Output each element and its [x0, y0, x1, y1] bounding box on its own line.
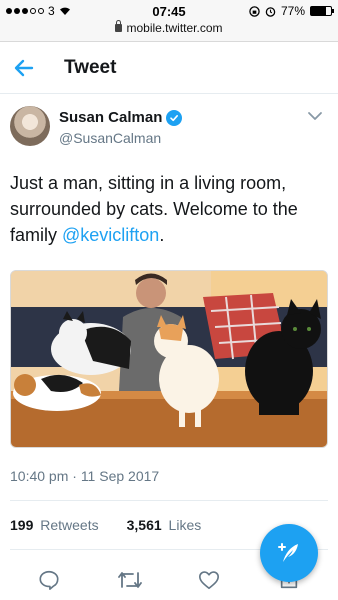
rotation-lock-icon: [249, 5, 260, 17]
alarm-icon: [265, 6, 276, 17]
retweets-label: Retweets: [40, 517, 99, 533]
tweet-photo[interactable]: [10, 270, 328, 448]
avatar[interactable]: [10, 106, 50, 146]
heart-icon[interactable]: [198, 569, 220, 591]
back-arrow-icon[interactable]: [12, 56, 36, 80]
compose-tweet-button[interactable]: [260, 524, 318, 582]
status-bar: 3 07:45 77% mobile.twitter.com: [0, 0, 338, 42]
author-name[interactable]: Susan Calman: [59, 109, 162, 126]
tweet-author: Susan Calman @SusanCalman: [10, 104, 328, 164]
tweet-timestamp[interactable]: 10:40 pm · 11 Sep 2017: [10, 468, 328, 484]
lock-icon: [115, 20, 123, 32]
chevron-down-icon[interactable]: [306, 107, 324, 125]
photo-cats-image: [11, 271, 327, 447]
url-bar[interactable]: mobile.twitter.com: [0, 20, 338, 35]
retweet-icon[interactable]: [117, 569, 143, 591]
tweet-text-end: .: [159, 225, 165, 245]
reply-icon[interactable]: [38, 569, 60, 591]
page-title: Tweet: [64, 57, 117, 78]
battery-icon: [310, 6, 334, 16]
app-header: Tweet: [0, 42, 338, 94]
likes-label: Likes: [168, 517, 202, 533]
likes-count: 3,561: [126, 517, 162, 533]
retweets-stat[interactable]: 199 Retweets: [10, 517, 99, 533]
mention-link[interactable]: @keviclifton: [62, 225, 159, 245]
url-text: mobile.twitter.com: [126, 21, 223, 35]
compose-tweet-icon: [278, 543, 298, 562]
likes-stat[interactable]: 3,561 Likes: [127, 517, 202, 533]
author-handle[interactable]: @SusanCalman: [59, 130, 161, 146]
retweets-count: 199: [10, 517, 34, 533]
tweet-text: Just a man, sitting in a living room, su…: [10, 170, 328, 248]
verified-badge-icon: [166, 109, 183, 126]
battery-percent: 77%: [280, 4, 305, 18]
divider: [10, 500, 328, 501]
tweet-detail: Susan Calman @SusanCalman Just a man, si…: [0, 104, 338, 550]
